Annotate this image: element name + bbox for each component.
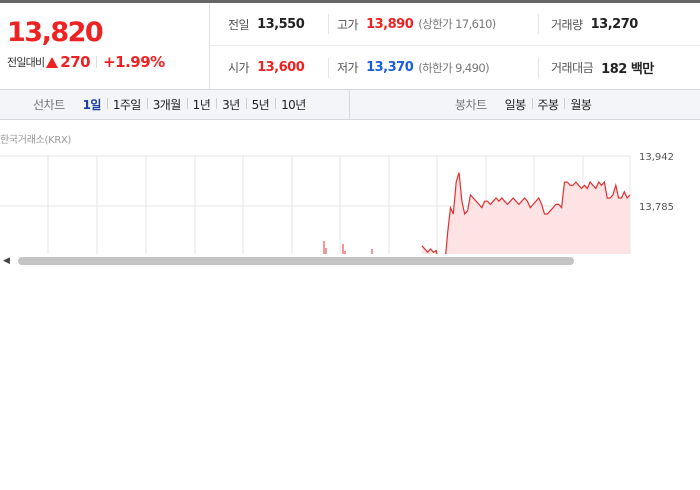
change-row: 전일대비 270 +1.99% <box>7 53 165 71</box>
candle-chart-label: 봉차트 <box>455 98 487 112</box>
high-value: 13,890 <box>366 16 414 32</box>
low-cell: 저가 13,370 (하한가 9,490) <box>328 57 538 78</box>
stats-row-2: 시가 13,600 저가 13,370 (하한가 9,490) 거래대금 182… <box>210 46 700 89</box>
tab-monthly-candle[interactable]: 월봉 <box>564 96 597 113</box>
tab-weekly-candle[interactable]: 주봉 <box>531 96 565 113</box>
upper-limit: (상한가 17,610) <box>418 17 496 31</box>
prev-close-label: 전일 <box>228 17 250 32</box>
line-chart-tabs: 선차트 1일 1주일 3개월 1년 3년 5년 10년 <box>0 90 350 119</box>
data-source: 한국거래소(KRX) <box>0 135 72 146</box>
change-label: 전일대비 <box>7 56 45 69</box>
volume-label: 거래량 <box>551 17 583 32</box>
scrollbar-thumb[interactable] <box>18 257 574 265</box>
open-label: 시가 <box>228 61 250 75</box>
high-label: 고가 <box>337 17 359 32</box>
tab-3-months[interactable]: 3개월 <box>146 96 187 113</box>
chart-scrollbar[interactable]: ◀ <box>0 254 700 268</box>
candle-chart-tabs: 봉차트 일봉 주봉 월봉 <box>351 90 700 119</box>
current-price: 13,820 <box>7 17 104 48</box>
y-tick-label: 13,785 <box>639 202 674 213</box>
change-divider <box>96 56 98 68</box>
change-amount: 270 <box>60 53 91 71</box>
tab-10-years[interactable]: 10년 <box>275 96 312 113</box>
price-chart: 13,942 13,785 <box>0 145 700 254</box>
tab-1-day[interactable]: 1일 <box>77 96 107 113</box>
price-chart-svg: 13,942 13,785 <box>0 152 674 254</box>
up-triangle-icon <box>46 56 59 68</box>
chart-tabbar: 선차트 1일 1주일 3개월 1년 3년 5년 10년 봉차트 일봉 주봉 월봉 <box>0 89 700 120</box>
volume-cell: 거래량 13,270 <box>538 14 700 34</box>
scroll-left-arrow-icon[interactable]: ◀ <box>3 256 10 266</box>
lower-limit: (하한가 9,490) <box>418 60 489 75</box>
open-cell: 시가 13,600 <box>210 58 328 78</box>
low-value: 13,370 <box>366 60 414 75</box>
tab-daily-candle[interactable]: 일봉 <box>499 96 532 113</box>
change-rate: +1.99% <box>103 53 165 71</box>
prev-close-cell: 전일 13,550 <box>210 14 328 34</box>
tab-3-years[interactable]: 3년 <box>216 96 245 113</box>
trade-value-label: 거래대금 <box>551 61 594 75</box>
tab-1-year[interactable]: 1년 <box>186 96 216 113</box>
price-summary: 13,820 전일대비 270 +1.99% <box>0 3 210 89</box>
tab-1-week[interactable]: 1주일 <box>106 96 147 113</box>
trade-value-value: 182 백만 <box>601 62 654 77</box>
open-value: 13,600 <box>257 60 305 75</box>
trade-value-cell: 거래대금 182 백만 <box>538 57 700 78</box>
line-chart-label: 선차트 <box>33 98 65 112</box>
y-tick-label: 13,942 <box>639 152 674 163</box>
high-cell: 고가 13,890 (상한가 17,610) <box>328 14 538 34</box>
tab-5-years[interactable]: 5년 <box>245 96 275 113</box>
prev-close-value: 13,550 <box>257 16 305 32</box>
quote-stats: 전일 13,550 고가 13,890 (상한가 17,610) 거래량 13,… <box>210 3 700 89</box>
low-label: 저가 <box>337 61 359 75</box>
volume-value: 13,270 <box>590 16 639 32</box>
stats-row-1: 전일 13,550 고가 13,890 (상한가 17,610) 거래량 13,… <box>210 3 700 46</box>
